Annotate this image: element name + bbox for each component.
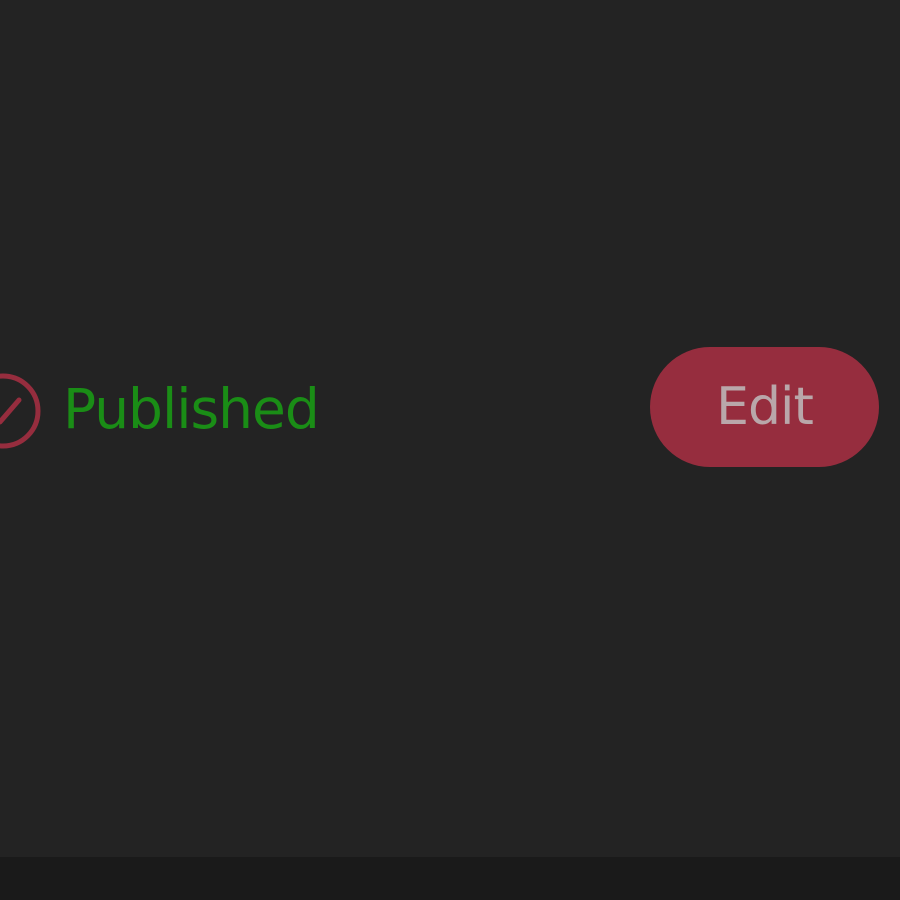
check-circle-icon (0, 372, 42, 450)
edit-button[interactable]: Edit (650, 347, 879, 467)
status-row: Published Edit (0, 340, 900, 474)
footer-bar (0, 857, 900, 900)
status-label: Published (63, 377, 320, 441)
publish-status-panel: Published Edit (0, 0, 900, 900)
